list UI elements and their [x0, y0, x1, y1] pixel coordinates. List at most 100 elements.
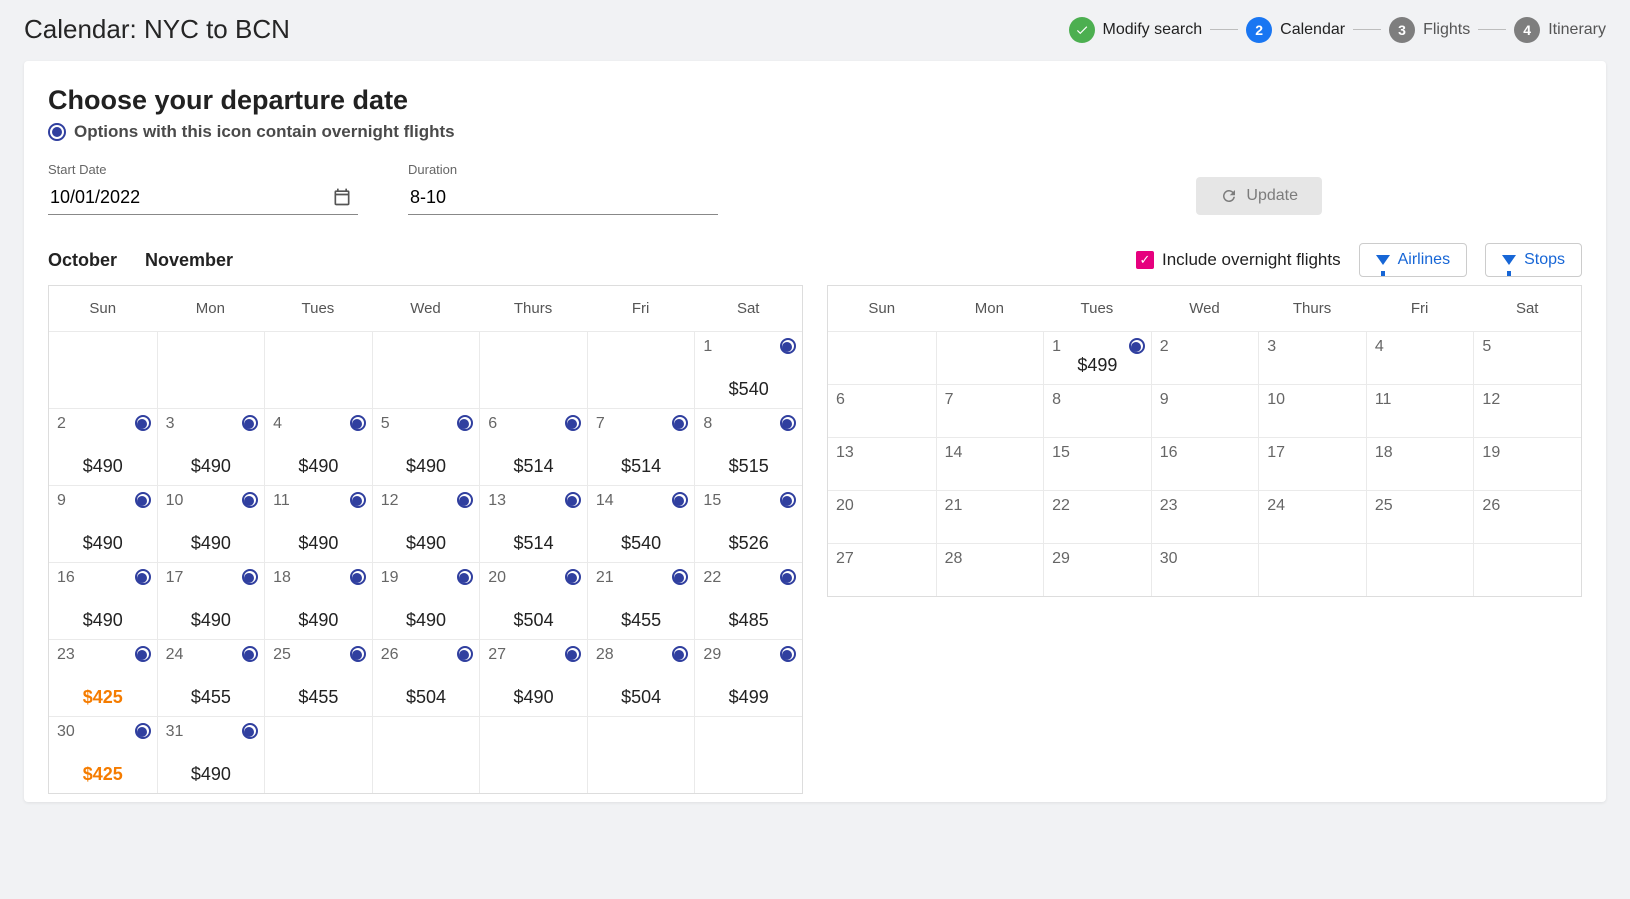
calendar-cell[interactable]: 9$490 — [49, 485, 157, 562]
calendar-cell[interactable]: 23$425 — [49, 639, 157, 716]
calendar-cell[interactable]: 30$425 — [49, 716, 157, 793]
calendar-cell[interactable]: 9 — [1151, 384, 1259, 437]
calendar-cell — [1473, 543, 1581, 596]
calendar-cell[interactable]: 1$499 — [1043, 331, 1151, 384]
update-button[interactable]: Update — [1196, 177, 1322, 215]
calendar-cell[interactable]: 29 — [1043, 543, 1151, 596]
calendar-cell[interactable]: 12 — [1473, 384, 1581, 437]
calendar-cell[interactable]: 2$490 — [49, 408, 157, 485]
day-number: 7 — [945, 391, 1036, 409]
calendar-cell[interactable]: 15$526 — [694, 485, 802, 562]
start-date-field[interactable]: Start Date — [48, 162, 358, 215]
filter-icon — [1376, 255, 1390, 265]
tab-november[interactable]: November — [145, 250, 233, 271]
duration-field[interactable]: Duration — [408, 162, 718, 215]
price: $425 — [49, 764, 157, 785]
step-calendar[interactable]: 2 Calendar — [1246, 17, 1345, 43]
calendar-cell[interactable]: 14$540 — [587, 485, 695, 562]
calendar-cell[interactable]: 6 — [828, 384, 936, 437]
calendar-cell[interactable]: 6$514 — [479, 408, 587, 485]
price: $514 — [588, 456, 695, 477]
calendar-cell[interactable]: 27$490 — [479, 639, 587, 716]
calendar-cell[interactable]: 5$490 — [372, 408, 480, 485]
moon-icon — [780, 338, 796, 354]
moon-icon — [780, 646, 796, 662]
day-number: 20 — [836, 497, 928, 515]
day-number: 29 — [1052, 550, 1143, 568]
stops-filter-button[interactable]: Stops — [1485, 243, 1582, 277]
calendar-cell[interactable]: 13$514 — [479, 485, 587, 562]
step-number: 2 — [1246, 17, 1272, 43]
include-overnight-checkbox[interactable]: ✓ Include overnight flights — [1136, 250, 1341, 270]
calendar-cell[interactable]: 4$490 — [264, 408, 372, 485]
calendar-cell[interactable]: 19$490 — [372, 562, 480, 639]
calendar-cell[interactable]: 17$490 — [157, 562, 265, 639]
calendar-icon[interactable] — [332, 187, 352, 207]
airlines-filter-button[interactable]: Airlines — [1359, 243, 1467, 277]
duration-input[interactable] — [408, 181, 718, 215]
calendar-cell[interactable]: 21 — [936, 490, 1044, 543]
calendar-cell[interactable]: 13 — [828, 437, 936, 490]
calendar-cell[interactable]: 4 — [1366, 331, 1474, 384]
day-number: 22 — [1052, 497, 1143, 515]
calendar-cell[interactable]: 8 — [1043, 384, 1151, 437]
weekday-header: Sun — [49, 286, 157, 331]
moon-icon — [780, 415, 796, 431]
calendar-cell[interactable]: 12$490 — [372, 485, 480, 562]
calendar-cell[interactable]: 16$490 — [49, 562, 157, 639]
calendar-cell[interactable]: 18 — [1366, 437, 1474, 490]
step-flights[interactable]: 3 Flights — [1389, 17, 1470, 43]
calendar-cell[interactable]: 16 — [1151, 437, 1259, 490]
field-label: Start Date — [48, 162, 358, 177]
day-number: 12 — [1482, 391, 1573, 409]
calendar-cell[interactable]: 15 — [1043, 437, 1151, 490]
calendar-cell[interactable]: 31$490 — [157, 716, 265, 793]
calendar-cell[interactable]: 25 — [1366, 490, 1474, 543]
price: $490 — [373, 456, 480, 477]
price: $490 — [158, 456, 265, 477]
calendar-cell[interactable]: 28 — [936, 543, 1044, 596]
calendar-cell[interactable]: 10$490 — [157, 485, 265, 562]
weekday-header: Thurs — [1258, 286, 1366, 331]
calendar-cell[interactable]: 14 — [936, 437, 1044, 490]
calendar-cell[interactable]: 22 — [1043, 490, 1151, 543]
calendar-cell[interactable]: 21$455 — [587, 562, 695, 639]
calendar-cell[interactable]: 17 — [1258, 437, 1366, 490]
weekday-header: Tues — [1043, 286, 1151, 331]
calendar-cell[interactable]: 24$455 — [157, 639, 265, 716]
start-date-input[interactable] — [48, 181, 358, 215]
calendar-cell[interactable]: 25$455 — [264, 639, 372, 716]
calendar-cell[interactable]: 24 — [1258, 490, 1366, 543]
calendar-cell[interactable]: 29$499 — [694, 639, 802, 716]
calendar-cell[interactable]: 2 — [1151, 331, 1259, 384]
calendar-cell[interactable]: 11$490 — [264, 485, 372, 562]
calendar-cell[interactable]: 10 — [1258, 384, 1366, 437]
calendar-cell[interactable]: 20$504 — [479, 562, 587, 639]
calendar-cell[interactable]: 11 — [1366, 384, 1474, 437]
step-modify-search[interactable]: Modify search — [1069, 17, 1203, 43]
calendar-cell[interactable]: 22$485 — [694, 562, 802, 639]
step-label: Flights — [1423, 21, 1470, 39]
calendar-cell[interactable]: 20 — [828, 490, 936, 543]
moon-icon — [135, 723, 151, 739]
calendar-cell[interactable]: 5 — [1473, 331, 1581, 384]
calendar-cell[interactable]: 7$514 — [587, 408, 695, 485]
calendar-cell[interactable]: 27 — [828, 543, 936, 596]
calendar-cell[interactable]: 26 — [1473, 490, 1581, 543]
price: $499 — [1044, 355, 1151, 376]
calendar-cell[interactable]: 28$504 — [587, 639, 695, 716]
calendar-cell[interactable]: 3$490 — [157, 408, 265, 485]
calendar-cell[interactable]: 8$515 — [694, 408, 802, 485]
calendar-cell — [587, 331, 695, 408]
tab-october[interactable]: October — [48, 250, 117, 271]
calendar-cell[interactable]: 23 — [1151, 490, 1259, 543]
calendar-cell[interactable]: 18$490 — [264, 562, 372, 639]
calendar-cell[interactable]: 7 — [936, 384, 1044, 437]
calendar-cell[interactable]: 19 — [1473, 437, 1581, 490]
calendar-cell[interactable]: 30 — [1151, 543, 1259, 596]
calendar-cell[interactable]: 3 — [1258, 331, 1366, 384]
calendar-cell[interactable]: 26$504 — [372, 639, 480, 716]
step-itinerary[interactable]: 4 Itinerary — [1514, 17, 1606, 43]
price: $504 — [588, 687, 695, 708]
calendar-cell[interactable]: 1$540 — [694, 331, 802, 408]
